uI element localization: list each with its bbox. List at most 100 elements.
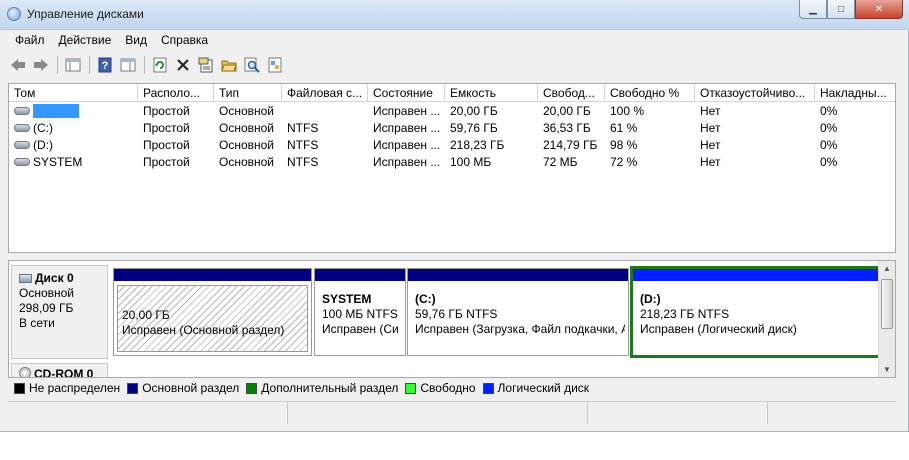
volume-icon bbox=[14, 140, 30, 149]
cell-type: Основной bbox=[219, 120, 275, 135]
volume-icon bbox=[14, 157, 30, 166]
primary-partition-bar bbox=[408, 269, 628, 281]
partition-d[interactable]: (D:) 218,23 ГБ NTFS Исправен (Логический… bbox=[630, 266, 881, 358]
disk-0-label[interactable]: Диск 0 Основной 298,09 ГБ В сети bbox=[11, 265, 108, 359]
cdrom-title: CD-ROM 0 bbox=[34, 367, 94, 378]
partition-name bbox=[122, 293, 307, 308]
partition-name: (C:) bbox=[415, 292, 436, 306]
menu-view[interactable]: Вид bbox=[118, 31, 154, 51]
disk-title: Диск 0 bbox=[35, 271, 74, 285]
cell-free-space: 72 МБ bbox=[543, 154, 578, 169]
maximize-button[interactable]: □ bbox=[827, 0, 855, 19]
menu-help[interactable]: Справка bbox=[154, 31, 215, 51]
primary-partition-bar bbox=[114, 269, 311, 281]
cell-overhead: 0% bbox=[820, 103, 838, 118]
col-volume[interactable]: Том bbox=[9, 84, 138, 101]
legend-swatch bbox=[127, 382, 139, 394]
col-capacity[interactable]: Емкость bbox=[445, 84, 538, 101]
partition-status: Исправен (Основной раздел) bbox=[122, 323, 285, 337]
col-type[interactable]: Тип bbox=[214, 84, 282, 101]
export-icon[interactable] bbox=[265, 55, 285, 75]
delete-icon[interactable] bbox=[173, 55, 193, 75]
cell-fault-tolerance: Нет bbox=[700, 103, 721, 118]
caption-buttons: ▁ □ ✕ bbox=[799, 0, 903, 19]
col-status[interactable]: Состояние bbox=[368, 84, 445, 101]
properties-icon[interactable] bbox=[196, 55, 216, 75]
col-free-percent[interactable]: Свободно % bbox=[605, 84, 695, 101]
table-row[interactable]: (D:) Простой Основной NTFS Исправен ... … bbox=[9, 136, 895, 153]
cell-type: Основной bbox=[219, 103, 275, 118]
cell-free-percent: 100 % bbox=[610, 103, 645, 118]
search-icon[interactable] bbox=[242, 55, 262, 75]
open-folder-icon[interactable] bbox=[219, 55, 239, 75]
col-overhead[interactable]: Накладны... bbox=[815, 84, 895, 101]
close-icon: ✕ bbox=[874, 3, 884, 15]
disk-size: 298,09 ГБ bbox=[19, 301, 74, 315]
cell-free-space: 36,53 ГБ bbox=[543, 120, 591, 135]
cell-type: Основной bbox=[219, 154, 275, 169]
close-button[interactable]: ✕ bbox=[855, 0, 903, 19]
partition-c[interactable]: (C:) 59,76 ГБ NTFS Исправен (Загрузка, Ф… bbox=[407, 268, 629, 356]
vertical-scrollbar[interactable]: ▲ ▼ bbox=[878, 261, 895, 377]
table-row[interactable]: (C:) Простой Основной NTFS Исправен ... … bbox=[9, 119, 895, 136]
menu-action[interactable]: Действие bbox=[52, 31, 119, 51]
legend-swatch bbox=[246, 382, 258, 394]
primary-partition-bar bbox=[315, 269, 405, 281]
partition-size: 20,00 ГБ bbox=[122, 308, 170, 322]
cell-status: Исправен ... bbox=[373, 137, 441, 152]
col-fault-tolerance[interactable]: Отказоустойчиво... bbox=[695, 84, 815, 101]
console-tree-icon[interactable] bbox=[63, 55, 83, 75]
table-row[interactable]: SYSTEM Простой Основной NTFS Исправен ..… bbox=[9, 153, 895, 170]
partition-name: (D:) bbox=[640, 292, 661, 306]
cell-fault-tolerance: Нет bbox=[700, 137, 721, 152]
disk-management-icon bbox=[7, 7, 21, 21]
partition-size: 218,23 ГБ NTFS bbox=[640, 307, 730, 321]
col-filesystem[interactable]: Файловая с... bbox=[282, 84, 368, 101]
cell-free-percent: 72 % bbox=[610, 154, 638, 169]
title-bar: Управление дисками ▁ □ ✕ bbox=[0, 0, 909, 30]
partition-status: Исправен (Си bbox=[322, 322, 399, 336]
status-pane bbox=[288, 402, 588, 424]
scroll-thumb[interactable] bbox=[881, 279, 893, 329]
legend: Не распределен Основной раздел Дополните… bbox=[8, 378, 896, 398]
partition-unnamed[interactable]: 20,00 ГБ Исправен (Основной раздел) bbox=[113, 268, 312, 356]
disk-management-window: Управление дисками ▁ □ ✕ Файл Действие В… bbox=[0, 0, 909, 432]
help-icon[interactable]: ? bbox=[95, 55, 115, 75]
scroll-up-icon[interactable]: ▲ bbox=[879, 261, 895, 276]
cell-layout: Простой bbox=[143, 120, 190, 135]
partition-system[interactable]: SYSTEM 100 МБ NTFS Исправен (Си bbox=[314, 268, 406, 356]
partition-status: Исправен (Логический диск) bbox=[640, 322, 797, 336]
refresh-icon[interactable] bbox=[150, 55, 170, 75]
table-row[interactable]: Простой Основной Исправен ... 20,00 ГБ 2… bbox=[9, 102, 895, 119]
scroll-down-icon[interactable]: ▼ bbox=[879, 362, 895, 377]
cell-layout: Простой bbox=[143, 103, 190, 118]
cell-layout: Простой bbox=[143, 154, 190, 169]
minimize-button[interactable]: ▁ bbox=[799, 0, 827, 19]
partition-status: Исправен (Загрузка, Файл подкачки, А bbox=[415, 322, 625, 336]
legend-item: Логический диск bbox=[482, 381, 589, 395]
col-layout[interactable]: Располо... bbox=[138, 84, 214, 101]
volume-icon bbox=[14, 106, 30, 115]
cell-fault-tolerance: Нет bbox=[700, 154, 721, 169]
legend-swatch bbox=[14, 382, 25, 394]
menu-file[interactable]: Файл bbox=[8, 31, 52, 51]
partition-name: SYSTEM bbox=[322, 292, 372, 306]
disk-icon bbox=[19, 274, 32, 283]
back-arrow-icon[interactable] bbox=[8, 55, 28, 75]
volume-name bbox=[33, 103, 79, 118]
cell-free-percent: 61 % bbox=[610, 120, 638, 135]
cell-capacity: 59,76 ГБ bbox=[450, 120, 498, 135]
window-title: Управление дисками bbox=[27, 7, 144, 21]
legend-item: Не распределен bbox=[14, 381, 120, 395]
volume-name: (C:) bbox=[33, 120, 53, 135]
col-free-space[interactable]: Свобод... bbox=[538, 84, 605, 101]
cell-type: Основной bbox=[219, 137, 275, 152]
forward-arrow-icon[interactable] bbox=[31, 55, 51, 75]
cell-status: Исправен ... bbox=[373, 103, 441, 118]
cdrom-0-label[interactable]: CD-ROM 0 bbox=[11, 363, 108, 378]
cell-status: Исправен ... bbox=[373, 120, 441, 135]
cell-overhead: 0% bbox=[820, 137, 838, 152]
cell-free-percent: 98 % bbox=[610, 137, 638, 152]
properties-pane-icon[interactable] bbox=[118, 55, 138, 75]
volume-list-header: Том Располо... Тип Файловая с... Состоян… bbox=[9, 84, 895, 102]
